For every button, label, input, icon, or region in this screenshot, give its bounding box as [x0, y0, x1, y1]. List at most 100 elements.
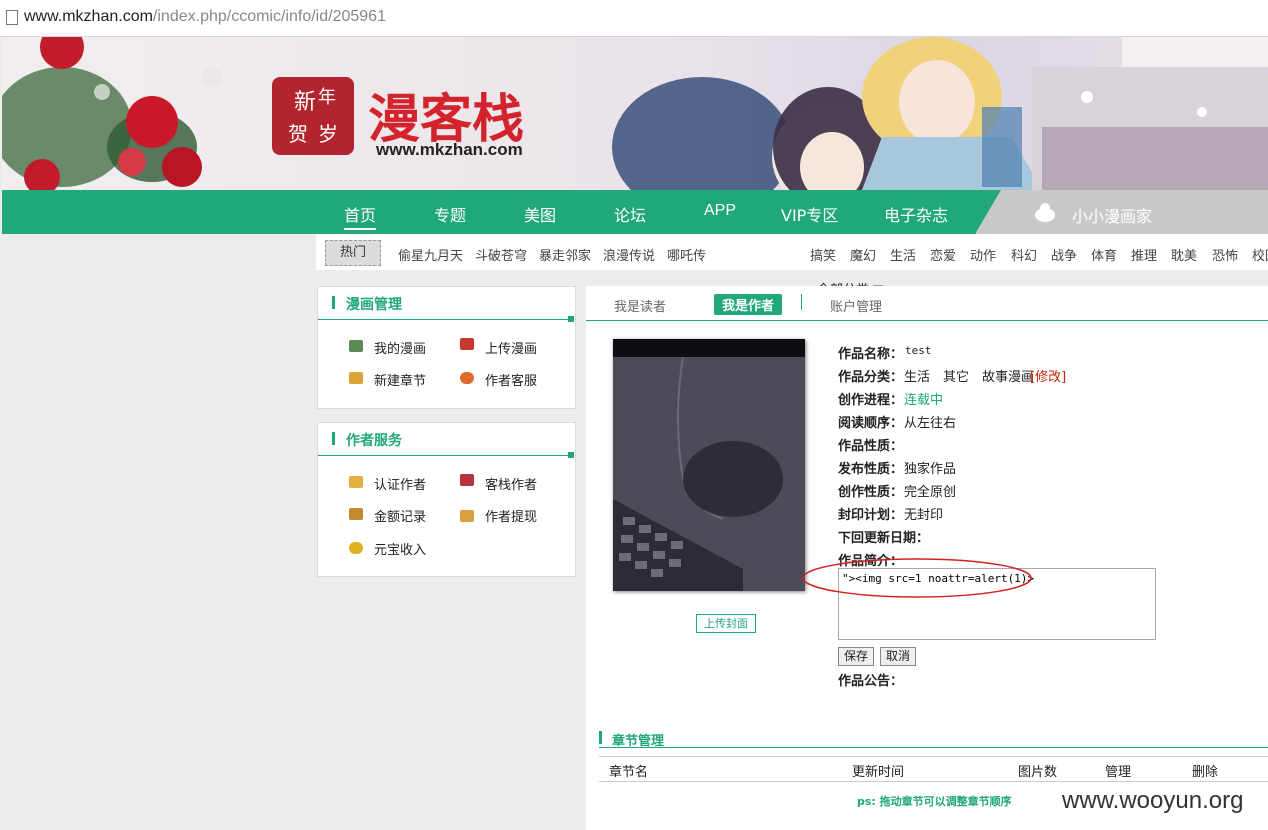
nav-item-magazine[interactable]: 电子杂志	[884, 202, 948, 226]
genre-link[interactable]: 搞笑	[810, 245, 836, 264]
site-banner: 新 年 贺 岁 漫客栈 www.mkzhan.com	[2, 37, 1268, 190]
user-area[interactable]: 小小漫画家	[975, 190, 1268, 234]
author-service-panel: 作者服务 认证作者 客栈作者 金额记录 作者提现 元宝收入	[317, 422, 576, 577]
brand-domain: www.mkzhan.com	[375, 140, 523, 159]
hot-title[interactable]: 斗破苍穹	[475, 245, 527, 264]
category-edit-link[interactable]: [修改]	[1030, 366, 1066, 385]
tab-divider	[801, 294, 802, 310]
snow-building	[1032, 37, 1268, 190]
verify-author-link[interactable]: 认证作者	[374, 474, 426, 493]
address-bar[interactable]: www.mkzhan.com/index.php/ccomic/info/id/…	[0, 0, 1268, 37]
stamp-char: 新	[294, 90, 316, 115]
hot-title[interactable]: 哪吒传	[667, 245, 706, 264]
genre-link[interactable]: 动作	[970, 245, 996, 264]
upload-comic-link[interactable]: 上传漫画	[485, 338, 537, 357]
nav-item-vip[interactable]: VIP专区	[781, 202, 838, 226]
hot-tab[interactable]: 热门	[325, 240, 381, 266]
genre-link[interactable]: 体育	[1091, 245, 1117, 264]
nav-item-home[interactable]: 首页	[344, 202, 377, 230]
user-avatar-icon	[1035, 203, 1055, 222]
genre-link[interactable]: 生活	[890, 245, 916, 264]
chapter-order-tip: ps: 拖动章节可以调整章节顺序	[857, 795, 1012, 808]
nav-item-topics[interactable]: 专题	[434, 202, 466, 226]
genre-link[interactable]: 推理	[1131, 245, 1157, 264]
panel-title: 作者服务	[346, 433, 402, 449]
stamp-char: 岁	[318, 122, 338, 146]
genre-link[interactable]: 魔幻	[850, 245, 876, 264]
save-button[interactable]: 保存	[838, 647, 874, 666]
banner-artwork: 新 年 贺 岁 漫客栈 www.mkzhan.com	[2, 37, 1268, 190]
publish-nature-label: 发布性质：	[838, 462, 904, 477]
author-support-icon	[460, 372, 474, 384]
author-support-link[interactable]: 作者客服	[485, 370, 537, 389]
upload-cover-button[interactable]: 上传封面	[696, 614, 756, 633]
withdraw-link[interactable]: 作者提现	[485, 506, 537, 525]
anime-characters	[612, 37, 1042, 190]
creation-nature-label: 创作性质：	[838, 485, 904, 500]
publish-nature-value: 独家作品	[904, 462, 957, 477]
creation-nature-value: 完全原创	[904, 485, 957, 500]
url-text[interactable]: www.mkzhan.com/index.php/ccomic/info/id/…	[24, 8, 386, 26]
header-bar	[332, 296, 335, 309]
category-value: 生活 其它 故事漫画	[904, 370, 1035, 385]
page-icon	[6, 10, 18, 25]
tab-author[interactable]: 我是作者	[714, 294, 783, 315]
notice-label: 作品公告：	[838, 674, 904, 689]
genre-link[interactable]: 科幻	[1011, 245, 1037, 264]
new-year-stamp: 新 年 贺 岁	[272, 77, 354, 155]
header-bar	[599, 731, 602, 744]
reading-order-value: 从左往右	[904, 416, 957, 431]
red-annotation-circle	[802, 558, 1032, 598]
hot-title[interactable]: 暴走邻家	[539, 245, 591, 264]
stamp-char: 贺	[288, 122, 308, 146]
hot-title[interactable]: 浪漫传说	[603, 245, 655, 264]
inn-author-icon	[460, 474, 474, 486]
genre-link[interactable]: 恐怖	[1212, 245, 1238, 264]
new-chapter-icon	[349, 372, 363, 384]
next-update-label: 下回更新日期：	[838, 531, 930, 546]
column-header: 更新时间	[852, 765, 905, 780]
my-comics-link[interactable]: 我的漫画	[374, 338, 426, 357]
camellia-decoration	[2, 37, 222, 190]
panel-header: 漫画管理	[318, 287, 574, 322]
tab-reader[interactable]: 我是读者	[614, 296, 666, 315]
nav-item-app[interactable]: APP	[704, 202, 736, 220]
nav-item-forum[interactable]: 论坛	[614, 202, 646, 226]
amount-record-icon	[349, 508, 363, 520]
tab-account[interactable]: 账户管理	[830, 296, 882, 315]
chapter-table-header: 章节名 更新时间 图片数 管理 删除	[599, 756, 1268, 782]
main-nav: 首页 专题 美图 论坛 APP VIP专区 电子杂志 小小漫画家	[2, 190, 1268, 234]
upload-comic-icon	[460, 338, 474, 350]
seal-plan-value: 无封印	[904, 508, 944, 523]
comic-manage-panel: 漫画管理 我的漫画 上传漫画 新建章节 作者客服	[317, 286, 576, 409]
column-header: 章节名	[609, 765, 649, 780]
inn-author-link[interactable]: 客栈作者	[485, 474, 537, 493]
hot-title[interactable]: 偷星九月天	[398, 245, 463, 264]
username[interactable]: 小小漫画家	[1072, 203, 1152, 227]
header-bar	[332, 432, 335, 445]
ingot-income-link[interactable]: 元宝收入	[374, 539, 426, 558]
column-header: 图片数	[1018, 765, 1058, 780]
category-label: 作品分类：	[838, 370, 904, 385]
cancel-button[interactable]: 取消	[880, 647, 916, 666]
genre-link[interactable]: 耽美	[1171, 245, 1197, 264]
column-header: 删除	[1192, 765, 1219, 780]
column-header: 管理	[1105, 765, 1132, 780]
work-nature-label: 作品性质：	[838, 439, 904, 454]
genre-link[interactable]: 战争	[1051, 245, 1077, 264]
nav-item-gallery[interactable]: 美图	[524, 202, 556, 226]
work-name-value: test	[905, 344, 932, 357]
stamp-char: 年	[318, 87, 336, 108]
genre-link[interactable]: 校园	[1252, 245, 1268, 264]
sub-nav: 热门 偷星九月天 斗破苍穹 暴走邻家 浪漫传说 哪吒传 搞笑 魔幻 生活 恋爱 …	[316, 234, 1268, 270]
watermark-text: www.wooyun.org	[1062, 787, 1244, 814]
reading-order-label: 阅读顺序：	[838, 416, 904, 431]
progress-label: 创作进程：	[838, 393, 904, 408]
corner-mark	[568, 316, 574, 322]
verify-author-icon	[349, 476, 363, 488]
progress-value: 连载中	[904, 393, 944, 408]
amount-record-link[interactable]: 金额记录	[374, 506, 426, 525]
panel-header: 作者服务	[318, 423, 574, 458]
new-chapter-link[interactable]: 新建章节	[374, 370, 426, 389]
genre-link[interactable]: 恋爱	[930, 245, 956, 264]
